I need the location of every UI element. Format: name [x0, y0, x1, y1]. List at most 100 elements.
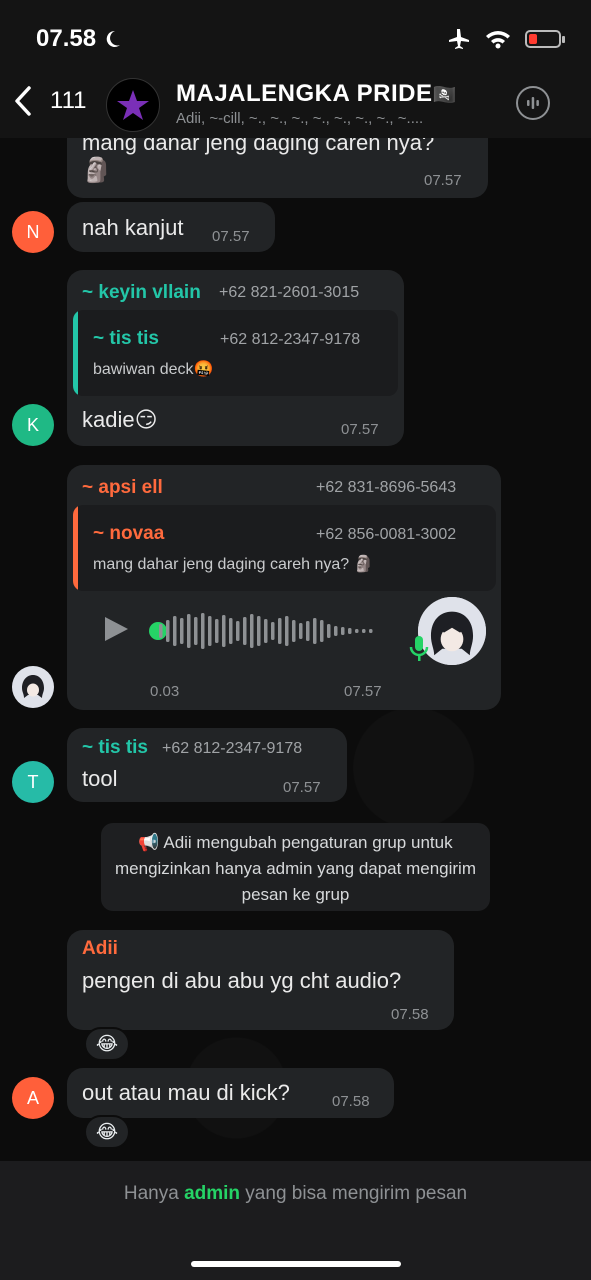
airplane-icon [449, 29, 469, 49]
waveform-bar [194, 617, 198, 645]
message-bubble[interactable]: ~ tis tis +62 812-2347-9178 tool 07.57 [67, 728, 347, 802]
waveform-bar [208, 616, 212, 646]
message-time: 07.57 [212, 228, 250, 245]
waveform-bar [159, 624, 163, 638]
avatar[interactable]: T [12, 761, 54, 803]
waveform-bar [369, 629, 373, 633]
message-text: pengen di abu abu yg cht audio? [82, 968, 402, 993]
audio-waveform[interactable] [157, 611, 389, 651]
message-bubble[interactable]: ~ keyin vllain +62 821-2601-3015 ~ tis t… [67, 270, 404, 446]
status-time-text: 07.58 [36, 25, 97, 52]
waveform-bar [320, 620, 324, 642]
waveform-bar [348, 628, 352, 634]
message-text: out atau mau di kick? [82, 1080, 290, 1105]
quote-bar [73, 505, 78, 591]
waveform-bar [306, 621, 310, 641]
sender-phone: +62 821-2601-3015 [219, 284, 360, 301]
quote-bar [73, 310, 78, 396]
avatar[interactable]: A [12, 1077, 54, 1119]
message-time: 07.57 [283, 779, 321, 796]
sender-name[interactable]: Adii [82, 938, 118, 960]
reaction-badge[interactable]: 😂 [84, 1027, 130, 1061]
sender-phone: +62 831-8696-5643 [316, 479, 457, 496]
waveform-bar [257, 616, 261, 646]
waveform-bar [271, 622, 275, 640]
nav-bar: 111 MAJALENGKA PRIDE🏴‍☠️ Adii, ~-cill, ~… [0, 78, 591, 134]
waveform-bar [334, 626, 338, 636]
moai-emoji: 🗿 [82, 157, 112, 184]
waveform-bar [180, 618, 184, 644]
admin-link: admin [184, 1183, 241, 1204]
message-bubble[interactable]: Adii pengen di abu abu yg cht audio? 07.… [67, 930, 454, 1030]
quoted-message[interactable]: ~ tis tis +62 812-2347-9178 bawiwan deck… [73, 310, 398, 396]
waveform-bar [187, 614, 191, 648]
group-avatar[interactable] [106, 78, 160, 132]
quoted-sender-phone: +62 856-0081-3002 [316, 526, 457, 543]
message-time: 07.58 [391, 1006, 429, 1023]
sender-name[interactable]: ~ tis tis [82, 737, 148, 759]
message-text: tool [82, 766, 118, 791]
audio-duration: 0.03 [150, 683, 180, 700]
waveform-bar [222, 615, 226, 647]
pirate-flag-icon: 🏴‍☠️ [432, 85, 457, 106]
message-time: 07.57 [424, 172, 462, 189]
quoted-message[interactable]: ~ novaa +62 856-0081-3002 mang dahar jen… [73, 505, 496, 591]
waveform-bar [173, 616, 177, 646]
message-time: 07.58 [332, 1093, 370, 1110]
message-text: kadie😏 [82, 407, 158, 432]
quoted-text: mang dahar jeng daging careh nya? 🗿 [93, 556, 374, 573]
message-bubble[interactable]: nah kanjut 07.57 [67, 202, 275, 252]
composer-disabled-bar: Hanya admin yang bisa mengirim pesan [0, 1161, 591, 1280]
wifi-icon [486, 31, 510, 49]
waveform-bar [243, 617, 247, 645]
sender-phone: +62 812-2347-9178 [162, 740, 303, 757]
waveform-bar [313, 618, 317, 644]
play-button[interactable] [102, 615, 130, 643]
home-indicator[interactable] [191, 1261, 401, 1267]
waveform-bar [285, 616, 289, 646]
microphone-icon [409, 636, 429, 661]
waveform-bar [362, 629, 366, 633]
waveform-bar [215, 619, 219, 643]
quoted-sender-name: ~ novaa [93, 523, 165, 544]
avatar[interactable]: N [12, 211, 54, 253]
admin-only-notice: Hanya admin yang bisa mengirim pesan [123, 1183, 468, 1204]
back-button[interactable]: 111 [14, 86, 86, 116]
message-time: 07.57 [344, 683, 382, 700]
message-bubble[interactable]: out atau mau di kick? 07.58 [67, 1068, 394, 1118]
waveform-bar [166, 620, 170, 642]
quoted-sender-phone: +62 812-2347-9178 [220, 331, 361, 348]
message-text: nah kanjut [82, 215, 184, 240]
group-title[interactable]: MAJALENGKA PRIDE🏴‍☠️ [176, 80, 457, 108]
avatar[interactable] [12, 666, 54, 708]
chevron-left-icon [15, 86, 31, 116]
voice-chat-button[interactable] [516, 86, 550, 120]
audio-wave-icon [527, 97, 539, 109]
sender-name[interactable]: ~ keyin vllain [82, 282, 201, 304]
group-members[interactable]: Adii, ~-cill, ~., ~., ~., ~., ~., ~., ~.… [176, 110, 496, 127]
moon-icon [106, 30, 121, 47]
waveform-bar [250, 614, 254, 648]
battery-icon [525, 30, 565, 48]
waveform-bar [201, 613, 205, 649]
waveform-bar [292, 620, 296, 642]
waveform-bar [236, 621, 240, 641]
waveform-bar [278, 618, 282, 644]
sender-name[interactable]: ~ apsi ell [82, 477, 163, 499]
reaction-badge[interactable]: 😂 [84, 1115, 130, 1149]
waveform-bar [264, 619, 268, 643]
waveform-bar [327, 624, 331, 638]
chat-header: 07.58 111 MAJALENGKA PRIDE🏴‍☠️ Adii, ~-c… [0, 0, 591, 138]
message-time: 07.57 [341, 421, 379, 438]
status-icons [447, 28, 565, 50]
avatar[interactable]: K [12, 404, 54, 446]
quoted-text: bawiwan deck🤬 [93, 361, 214, 378]
message-bubble[interactable]: ~ apsi ell +62 831-8696-5643 ~ novaa +62… [67, 465, 501, 710]
waveform-bar [299, 623, 303, 639]
status-bar: 07.58 [36, 22, 565, 56]
unread-count: 111 [50, 87, 87, 114]
profile-photo-icon [12, 666, 54, 708]
quoted-sender-name: ~ tis tis [93, 328, 159, 349]
status-time: 07.58 [36, 25, 122, 53]
waveform-bar [355, 629, 359, 633]
